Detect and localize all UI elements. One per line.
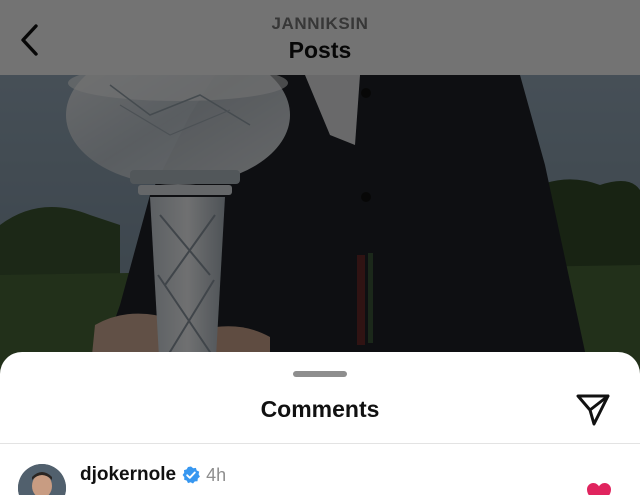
share-button[interactable] [574,392,612,428]
comment-like-button[interactable] [586,482,612,495]
comments-sheet: Comments djokernole 4h [0,352,640,495]
profile-username[interactable]: JANNIKSIN [0,14,640,34]
page-title: Posts [288,37,352,63]
header-titles: JANNIKSIN Posts [0,14,640,64]
comment-username[interactable]: djokernole [80,464,176,486]
comments-title: Comments [260,396,380,422]
heart-icon [587,483,611,495]
comment-timestamp: 4h [206,464,227,485]
paper-plane-icon [576,394,610,426]
comment-item: djokernole 4h [0,444,640,495]
comment-header: djokernole 4h [80,464,226,486]
top-navigation-bar: JANNIKSIN Posts [0,0,640,75]
sheet-drag-handle[interactable] [293,371,347,377]
post-photo-illustration [0,75,640,375]
verified-badge-icon [182,466,200,484]
avatar-image [18,464,66,495]
post-photo[interactable] [0,75,640,375]
avatar[interactable] [18,464,66,495]
